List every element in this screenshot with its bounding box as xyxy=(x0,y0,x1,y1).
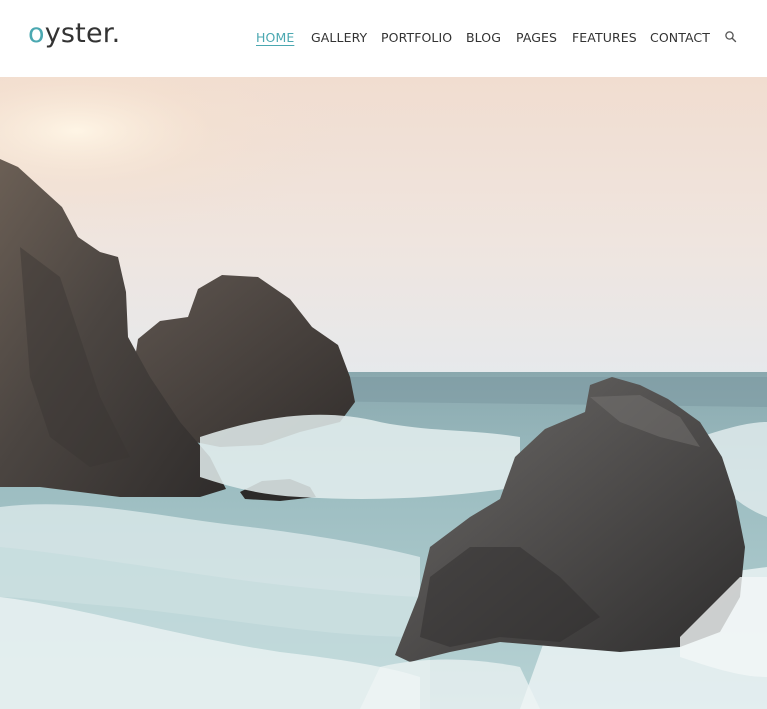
site-header: oyster. HOME GALLERY PORTFOLIO BLOG PAGE… xyxy=(0,0,767,77)
seascape-image xyxy=(0,77,767,709)
hero-image xyxy=(0,77,767,709)
logo-text: yster. xyxy=(44,18,121,49)
nav-item-home[interactable]: HOME xyxy=(256,29,294,47)
nav-item-features[interactable]: FEATURES xyxy=(572,29,637,47)
nav-item-portfolio[interactable]: PORTFOLIO xyxy=(381,29,452,47)
nav-item-gallery[interactable]: GALLERY xyxy=(311,29,367,47)
search-icon[interactable] xyxy=(724,29,738,43)
nav-item-pages[interactable]: PAGES xyxy=(516,29,557,47)
logo-accent-letter: o xyxy=(28,18,45,49)
nav-item-contact[interactable]: CONTACT xyxy=(650,29,710,47)
logo[interactable]: oyster. xyxy=(28,16,120,52)
nav-item-blog[interactable]: BLOG xyxy=(466,29,501,47)
